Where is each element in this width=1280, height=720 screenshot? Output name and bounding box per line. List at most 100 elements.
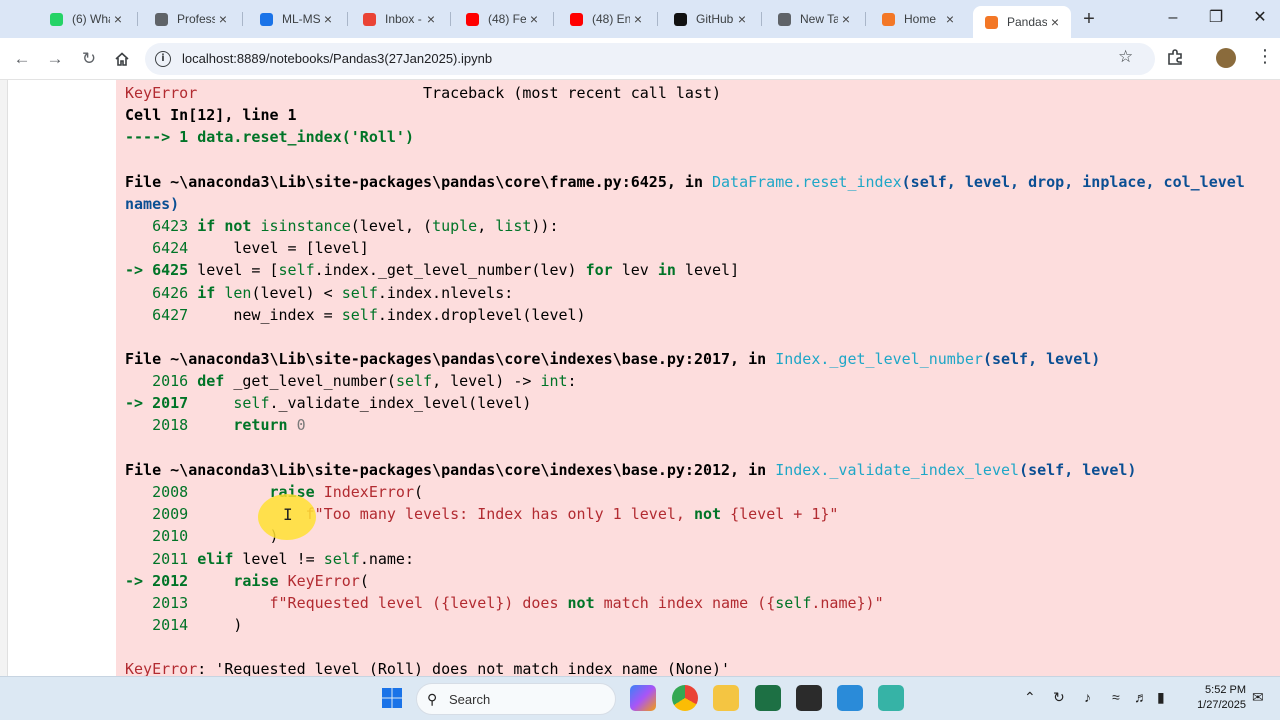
- gmail-icon: [361, 11, 377, 27]
- browser-tab[interactable]: ML-MS ×: [248, 6, 344, 32]
- line-arrow: [125, 483, 152, 501]
- new-tab-button[interactable]: +: [1080, 9, 1098, 29]
- tab-close-icon[interactable]: ×: [630, 11, 646, 27]
- line-number: 2013: [152, 594, 189, 612]
- tab-title: New Ta: [800, 12, 838, 26]
- browser-tab[interactable]: (48) Fe ×: [454, 6, 550, 32]
- browser-tab[interactable]: (6) Wha×: [38, 6, 134, 32]
- line-number: 2010: [152, 527, 189, 546]
- address-bar[interactable]: i localhost:8889/notebooks/Pandas3(27Jan…: [145, 43, 1155, 75]
- frame2-signature: (self, level): [982, 350, 1101, 368]
- line-number: 6423: [152, 217, 189, 235]
- windows-logo-icon: [382, 688, 402, 708]
- browser-tab[interactable]: New Ta ×: [766, 6, 862, 32]
- traceback-title: Traceback (most recent call last): [423, 84, 722, 102]
- tab-title: Profess: [177, 12, 215, 26]
- line-code: def _get_level_number(self, level) -> in…: [197, 372, 577, 390]
- chrome-taskbar-icon[interactable]: [672, 685, 698, 711]
- frame1-function[interactable]: DataFrame.reset_index: [712, 173, 902, 191]
- browser-tab[interactable]: GitHub ×: [662, 6, 758, 32]
- browser-tab[interactable]: Home ×: [870, 6, 966, 32]
- code-line: 2010 ): [125, 525, 278, 547]
- tab-close-icon[interactable]: ×: [838, 11, 854, 27]
- vscode-icon[interactable]: [837, 685, 863, 711]
- app-icon[interactable]: [878, 685, 904, 711]
- tab-close-icon[interactable]: ×: [526, 11, 542, 27]
- maximize-button[interactable]: ❐: [1206, 8, 1226, 28]
- tab-separator: [242, 12, 243, 26]
- arrow-line: ----> 1 data.reset_index('Roll'): [125, 126, 414, 148]
- line-code: ): [197, 616, 243, 635]
- site-info-icon[interactable]: i: [155, 51, 171, 67]
- tab-close-icon[interactable]: ×: [215, 11, 231, 27]
- line-arrow: ->: [125, 261, 153, 280]
- tab-close-icon[interactable]: ×: [1047, 14, 1063, 30]
- chevron-up-icon[interactable]: ⌃: [1024, 689, 1036, 706]
- wifi-icon[interactable]: ≈: [1112, 689, 1120, 705]
- notification-icon[interactable]: ✉: [1252, 689, 1264, 706]
- line-arrow: ->: [125, 571, 153, 590]
- taskbar-search[interactable]: ⚲ Search: [416, 683, 616, 715]
- file-explorer-icon[interactable]: [713, 685, 739, 711]
- sync-icon[interactable]: ↻: [1053, 689, 1065, 706]
- frame3-function[interactable]: Index._validate_index_level: [775, 461, 1019, 479]
- copilot-icon[interactable]: [630, 685, 656, 711]
- windows-taskbar: ⚲ Search ⌃ ↻ ♪ ≈ ♬ ▮ 5:52 PM 1/27/2025 ✉: [0, 676, 1280, 720]
- home-button[interactable]: [111, 48, 133, 70]
- line-arrow: [125, 372, 152, 390]
- line-arrow: [125, 505, 152, 523]
- browser-tab[interactable]: (48) En ×: [558, 6, 654, 32]
- line-code: raise IndexError(: [269, 483, 424, 501]
- frame2-header: File ~\anaconda3\Lib\site-packages\panda…: [125, 348, 1100, 370]
- bookmark-star-icon[interactable]: ☆: [1118, 47, 1133, 67]
- system-clock[interactable]: 5:52 PM 1/27/2025: [1180, 683, 1246, 713]
- code-line: 6423 if not isinstance(level, (tuple, li…: [125, 215, 558, 237]
- tab-title: Inbox -: [385, 12, 422, 26]
- code-line: 2016 def _get_level_number(self, level) …: [125, 370, 577, 392]
- window-close-button[interactable]: ✕: [1250, 8, 1270, 28]
- forward-button[interactable]: →: [44, 48, 66, 70]
- cell-reference: Cell In[12], line 1: [125, 106, 297, 124]
- code-line: 2013 f"Requested level ({level}) does no…: [125, 592, 884, 614]
- address-url[interactable]: localhost:8889/notebooks/Pandas3(27Jan20…: [182, 51, 492, 66]
- minimize-button[interactable]: –: [1163, 8, 1183, 28]
- tab-close-icon[interactable]: ×: [734, 11, 750, 27]
- line-code: new_index = self.index.droplevel(level): [197, 305, 586, 324]
- code-line: 2014 ): [125, 614, 242, 636]
- frame2-function[interactable]: Index._get_level_number: [775, 350, 983, 368]
- code-line: -> 2012 raise KeyError(: [125, 570, 369, 592]
- tab-title: GitHub: [696, 12, 734, 26]
- back-button[interactable]: ←: [11, 48, 33, 70]
- browser-tab[interactable]: Profess ×: [143, 6, 239, 32]
- start-button[interactable]: [379, 685, 405, 711]
- microphone-icon[interactable]: ♪: [1084, 689, 1091, 705]
- tab-separator: [137, 12, 138, 26]
- excel-icon[interactable]: [755, 685, 781, 711]
- line-arrow: [125, 306, 152, 324]
- final-error-message: : 'Requested level (Roll) does not match…: [197, 660, 731, 676]
- volume-icon[interactable]: ♬: [1134, 689, 1148, 705]
- line-code: level = [level]: [197, 239, 369, 258]
- terminal-icon[interactable]: [796, 685, 822, 711]
- tab-close-icon[interactable]: ×: [110, 11, 126, 27]
- browser-tab[interactable]: Pandas ×: [973, 6, 1071, 38]
- browser-menu-button[interactable]: ⋮: [1256, 46, 1274, 68]
- tab-close-icon[interactable]: ×: [942, 11, 958, 27]
- tab-close-icon[interactable]: ×: [320, 11, 336, 27]
- reload-button[interactable]: ↻: [78, 48, 100, 70]
- final-error-line: KeyError: 'Requested level (Roll) does n…: [125, 658, 730, 676]
- code-line: 6426 if len(level) < self.index.nlevels:: [125, 282, 513, 304]
- profile-avatar[interactable]: [1216, 48, 1236, 68]
- tab-separator: [347, 12, 348, 26]
- browser-tab[interactable]: Inbox - ×: [351, 6, 447, 32]
- extensions-button[interactable]: [1165, 47, 1185, 67]
- battery-icon[interactable]: ▮: [1157, 689, 1165, 706]
- tab-close-icon[interactable]: ×: [423, 11, 439, 27]
